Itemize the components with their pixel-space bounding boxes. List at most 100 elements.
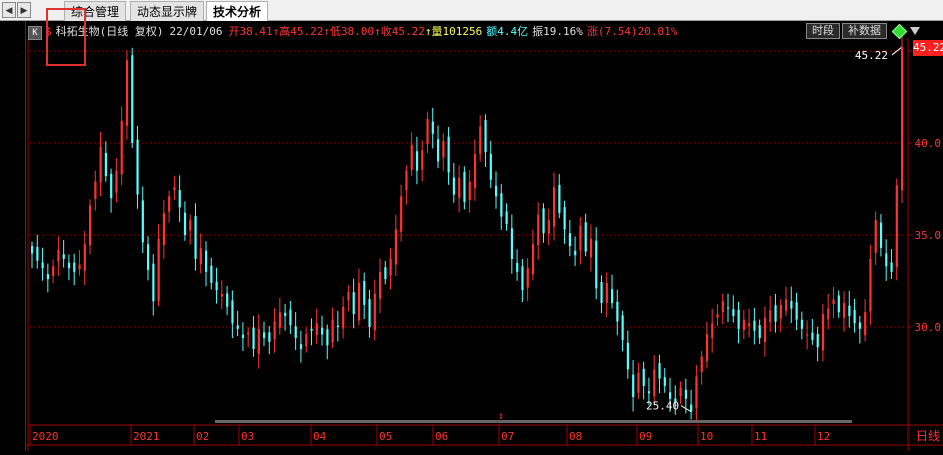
candle-body [632, 374, 635, 397]
candle-body [626, 342, 630, 370]
nav-left-button[interactable]: ◀ [2, 2, 16, 18]
candle-body [437, 139, 440, 162]
candle-body [495, 185, 498, 197]
candle-body [347, 292, 350, 301]
candle-body [821, 314, 825, 351]
candle-body [452, 177, 456, 195]
x-tick-label: 05 [379, 430, 392, 443]
candle-body [389, 258, 392, 276]
candle-body [727, 307, 730, 309]
candle-body [526, 268, 529, 288]
button-label: 时段 [812, 24, 834, 37]
candle-body [199, 247, 202, 265]
quote-info-bar: K $ 科拓生物(日线 复权) 22/01/06 开38.41↑高45.22↑低38.0… [28, 23, 677, 40]
candle-body [415, 151, 419, 171]
y-tick-label: 35.0 [915, 229, 942, 242]
candle-body [705, 334, 709, 362]
candle-body [811, 332, 814, 340]
candle-body [41, 262, 44, 269]
open-price: 开38.41 [228, 25, 273, 38]
candle-body [363, 281, 366, 305]
candle-body [531, 244, 535, 275]
candle-body [721, 301, 724, 312]
candle-body [104, 152, 108, 177]
candle-body [336, 325, 340, 327]
candle-body [342, 306, 345, 329]
candle-body [737, 309, 740, 329]
x-tick-label: 04 [313, 430, 327, 443]
tab-dynamic-board[interactable]: 动态显示牌 [130, 1, 205, 21]
tab-label: 动态显示牌 [137, 5, 198, 19]
candle-body [500, 193, 503, 217]
k-line-icon[interactable]: K [28, 26, 42, 40]
candle-body [832, 299, 835, 305]
x-tick-label: 07 [501, 430, 514, 443]
candle-body [848, 305, 851, 316]
candle-body [716, 314, 719, 318]
x-tick-label: 02 [196, 430, 209, 443]
nav-right-button[interactable]: ▶ [17, 2, 31, 18]
candle-body [505, 211, 508, 224]
candle-body [769, 310, 772, 323]
triangle-icon[interactable] [910, 27, 920, 35]
candle-body [864, 312, 867, 336]
candle-body [558, 184, 561, 213]
candle-body [537, 214, 540, 246]
tab-label: 技术分析 [213, 5, 262, 19]
candle-body [843, 303, 846, 318]
candle-body [463, 172, 466, 202]
high-leader-line [891, 46, 903, 56]
low-label: 25.40 [646, 400, 679, 413]
chevron-left-icon: ◀ [5, 6, 13, 16]
x-tick-label: 2021 [133, 430, 160, 443]
candle-body [642, 368, 645, 386]
candle-body [410, 144, 413, 170]
candle-body [837, 295, 840, 313]
turnover-amount: 额4.4亿 [486, 25, 529, 38]
candle-body [616, 301, 619, 322]
candle-body [252, 327, 255, 350]
tab-technical-analysis[interactable]: 技术分析 [206, 1, 269, 21]
candle-body [774, 305, 777, 322]
candle-body [215, 281, 218, 291]
candle-body [268, 332, 271, 342]
candle-body [484, 120, 487, 153]
candle-body [516, 262, 519, 272]
candle-body [589, 238, 593, 258]
candle-body [874, 220, 877, 253]
candle-body [352, 292, 355, 315]
price-change: 涨(7.54)20.01% [586, 25, 678, 38]
candle-body [405, 170, 408, 191]
timeframe-button[interactable]: 时段 [806, 23, 840, 39]
candle-body [553, 187, 556, 227]
candle-body [600, 282, 603, 304]
candle-body [125, 60, 129, 126]
x-tick-label: 06 [435, 430, 448, 443]
tab-bar: ◀ ▶ 综合管理 动态显示牌 技术分析 [0, 0, 943, 21]
candle-body [294, 326, 297, 339]
candle-body [568, 233, 572, 247]
candle-body [611, 289, 614, 304]
candle-body [800, 319, 804, 329]
x-tick-label: 03 [241, 430, 254, 443]
candle-body [489, 153, 492, 180]
horizontal-scrollbar[interactable] [215, 420, 852, 423]
candle-body [194, 216, 197, 259]
low-price: ↑低38.00 [323, 25, 375, 38]
supplement-data-button[interactable]: 补数据 [842, 23, 887, 39]
candle-body [442, 141, 445, 158]
candle-body [62, 254, 65, 259]
candle-body [679, 387, 682, 397]
candle-body [299, 344, 303, 350]
x-tick-label: 11 [754, 430, 767, 443]
scroll-marker-icon[interactable]: ⇕ [498, 411, 504, 422]
candle-body [816, 333, 819, 348]
candle-body [83, 244, 86, 271]
chart-area[interactable]: 30.035.040.045.2202020210203040506070809… [0, 21, 943, 451]
candlestick-chart[interactable]: 30.035.040.045.2202020210203040506070809… [0, 21, 943, 451]
candle-body [31, 246, 34, 254]
candle-body [310, 328, 313, 331]
candle-body [157, 238, 160, 301]
candle-body [758, 325, 761, 339]
candle-body [468, 181, 471, 201]
